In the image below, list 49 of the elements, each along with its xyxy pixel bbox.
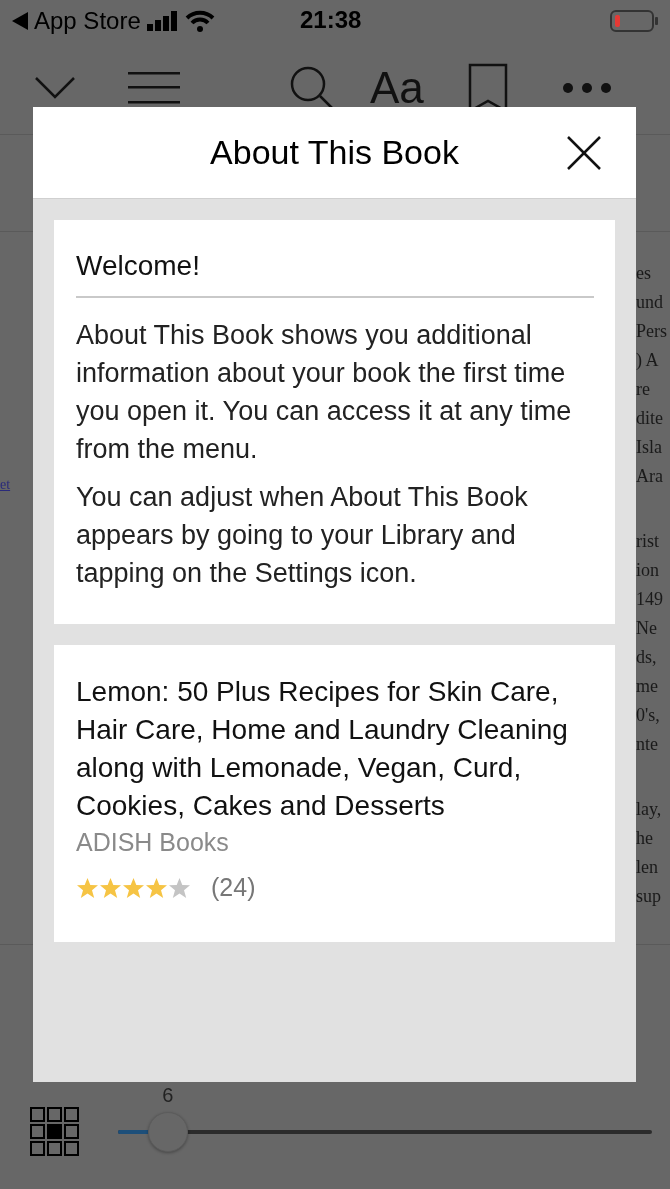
book-title: Lemon: 50 Plus Recipes for Skin Care, Hair Care, Home and Laundry Cleaning along with Lemonade, Vegan, Curd, Cookies, Cakes and Desserts: [76, 675, 569, 823]
book-text-line: ds,: [636, 646, 658, 669]
book-text-line: Isla: [636, 436, 663, 459]
book-text-line: dite: [636, 407, 664, 430]
star-icon: [99, 876, 122, 899]
dialog-title: About This Book: [210, 133, 459, 172]
rating-count: (24): [211, 873, 256, 902]
star-icon: [145, 876, 168, 899]
book-text-line: und: [636, 291, 664, 314]
battery-icon: [610, 9, 658, 33]
paragraph: You can adjust when About This Book appears by going to your Library and tapping on the Settings icon.: [76, 481, 529, 590]
book-text-line: nte: [636, 733, 659, 756]
font-settings-button[interactable]: Aa: [370, 66, 424, 110]
slider-thumb[interactable]: [148, 1112, 189, 1152]
clock-time: 21:38: [300, 6, 362, 34]
back-arrow-icon[interactable]: [12, 12, 28, 30]
wifi-icon: [184, 10, 215, 32]
star-icon: [76, 876, 99, 899]
grid-icon[interactable]: [30, 1107, 80, 1157]
back-link[interactable]: App Store: [34, 7, 141, 35]
star-icon: [122, 876, 145, 899]
book-text-line: len: [636, 856, 659, 879]
book-text-line: re: [636, 378, 651, 401]
book-text-line: es: [636, 262, 652, 285]
book-text-line: he: [636, 827, 654, 850]
book-text-line: Ne: [636, 617, 658, 640]
book-text-line: ) A: [636, 349, 660, 372]
book-text-line: 0's,: [636, 704, 661, 727]
close-button[interactable]: [566, 135, 602, 171]
book-text-line: 149: [636, 588, 664, 611]
text-link[interactable]: et: [0, 477, 11, 495]
book-text-line: me: [636, 675, 659, 698]
more-icon[interactable]: [561, 82, 612, 94]
book-text-line: ion: [636, 559, 660, 582]
book-text-line: Ara: [636, 465, 664, 488]
book-text-line: Pers: [636, 320, 668, 343]
chevron-down-icon[interactable]: [34, 76, 76, 100]
book-text-line: lay,: [636, 798, 663, 821]
menu-icon[interactable]: [128, 72, 180, 104]
card-heading: Welcome!: [76, 242, 594, 298]
page-number: 6: [162, 1085, 174, 1105]
close-icon: [566, 135, 602, 171]
book-text-line: sup: [636, 885, 662, 908]
publisher-name: ADISH Books: [76, 827, 230, 858]
signal-icon: [146, 11, 179, 31]
star-icon: [168, 876, 191, 899]
search-icon[interactable]: [290, 66, 334, 110]
paragraph: About This Book shows you additional information about your book the first time you open it. You can access it at any time from the menu.: [76, 319, 573, 466]
book-text-line: rist: [636, 530, 660, 553]
